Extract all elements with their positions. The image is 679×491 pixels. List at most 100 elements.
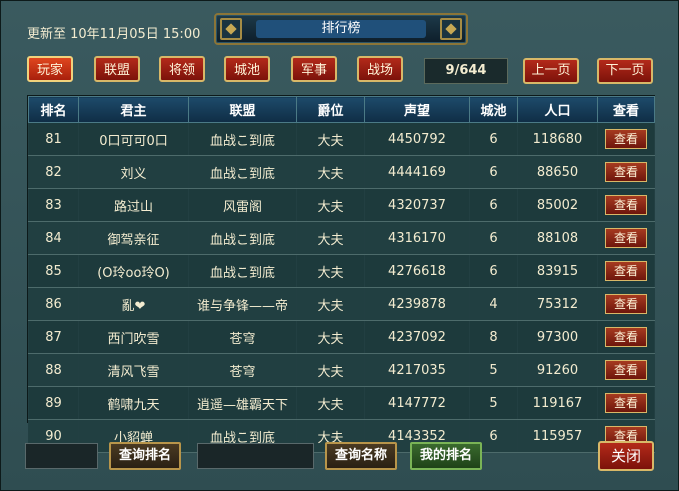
rank-cell: 82 [28, 155, 79, 189]
alliance-cell: 苍穹 [188, 353, 297, 387]
rank-cell: 86 [28, 287, 79, 321]
column-header-cities: 城池 [469, 96, 518, 123]
alliance-cell: 风雷阁 [188, 188, 297, 222]
window-title: 排行榜 [256, 20, 426, 38]
population-cell: 119167 [517, 386, 598, 420]
cities-cell: 8 [469, 320, 518, 354]
table-header-row: 排名 君主 联盟 爵位 声望 城池 人口 查看 [28, 96, 655, 123]
population-cell: 91260 [517, 353, 598, 387]
title-cell: 大夫 [296, 353, 365, 387]
cities-cell: 4 [469, 287, 518, 321]
lord-cell: 0口可可0口 [78, 122, 189, 156]
table-row: 83 路过山 风雷阁 大夫 4320737 6 85002 查看 [28, 188, 655, 222]
view-cell: 查看 [597, 155, 655, 189]
rank-cell: 89 [28, 386, 79, 420]
cities-cell: 5 [469, 353, 518, 387]
view-button[interactable]: 查看 [605, 294, 647, 314]
cities-cell: 6 [469, 122, 518, 156]
prestige-cell: 4147772 [364, 386, 470, 420]
cities-cell: 6 [469, 155, 518, 189]
prev-page-button[interactable]: 上一页 [523, 58, 579, 84]
rank-search-input[interactable] [25, 443, 98, 469]
query-rank-button[interactable]: 查询排名 [109, 442, 181, 470]
column-header-title: 爵位 [296, 96, 365, 123]
tab-player[interactable]: 玩家 [27, 56, 73, 82]
column-header-lord: 君主 [78, 96, 189, 123]
query-name-button[interactable]: 查询名称 [325, 442, 397, 470]
view-button[interactable]: 查看 [605, 393, 647, 413]
population-cell: 88108 [517, 221, 598, 255]
population-cell: 115957 [517, 419, 598, 453]
table-row: 81 0口可可0口 血战こ到底 大夫 4450792 6 118680 查看 [28, 122, 655, 156]
tab-city[interactable]: 城池 [224, 56, 270, 82]
lord-cell: 路过山 [78, 188, 189, 222]
view-button[interactable]: 查看 [605, 327, 647, 347]
view-button[interactable]: 查看 [605, 195, 647, 215]
rank-cell: 87 [28, 320, 79, 354]
title-cell: 大夫 [296, 122, 365, 156]
population-cell: 85002 [517, 188, 598, 222]
prestige-cell: 4450792 [364, 122, 470, 156]
prestige-cell: 4444169 [364, 155, 470, 189]
view-button[interactable]: 查看 [605, 261, 647, 281]
title-cell: 大夫 [296, 254, 365, 288]
rank-cell: 85 [28, 254, 79, 288]
table-row: 86 亂❤ 谁与争锋——帝 大夫 4239878 4 75312 查看 [28, 287, 655, 321]
title-ornament-left-icon [220, 18, 242, 40]
table-row: 89 鹤啸九天 逍遥—雄霸天下 大夫 4147772 5 119167 查看 [28, 386, 655, 420]
tab-battlefield[interactable]: 战场 [357, 56, 403, 82]
table-row: 84 御驾亲征 血战こ到底 大夫 4316170 6 88108 查看 [28, 221, 655, 255]
column-header-rank: 排名 [28, 96, 79, 123]
lord-cell: 鹤啸九天 [78, 386, 189, 420]
population-cell: 75312 [517, 287, 598, 321]
title-ornament-right-icon [440, 18, 462, 40]
my-rank-button[interactable]: 我的排名 [410, 442, 482, 470]
alliance-cell: 血战こ到底 [188, 155, 297, 189]
alliance-cell: 血战こ到底 [188, 254, 297, 288]
alliance-cell: 谁与争锋——帝 [188, 287, 297, 321]
view-button[interactable]: 查看 [605, 360, 647, 380]
view-button[interactable]: 查看 [605, 162, 647, 182]
title-cell: 大夫 [296, 386, 365, 420]
lord-cell: 刘义 [78, 155, 189, 189]
table-row: 87 西门吹雪 苍穹 大夫 4237092 8 97300 查看 [28, 320, 655, 354]
view-cell: 查看 [597, 353, 655, 387]
column-header-population: 人口 [517, 96, 598, 123]
rank-cell: 83 [28, 188, 79, 222]
tab-military[interactable]: 军事 [291, 56, 337, 82]
view-cell: 查看 [597, 287, 655, 321]
page-indicator: 9/644 [424, 58, 508, 84]
title-cell: 大夫 [296, 221, 365, 255]
alliance-cell: 逍遥—雄霸天下 [188, 386, 297, 420]
tab-alliance[interactable]: 联盟 [94, 56, 140, 82]
next-page-button[interactable]: 下一页 [597, 58, 653, 84]
population-cell: 97300 [517, 320, 598, 354]
view-button[interactable]: 查看 [605, 129, 647, 149]
prestige-cell: 4217035 [364, 353, 470, 387]
view-cell: 查看 [597, 320, 655, 354]
column-header-prestige: 声望 [364, 96, 470, 123]
table-row: 82 刘义 血战こ到底 大夫 4444169 6 88650 查看 [28, 155, 655, 189]
close-button[interactable]: 关闭 [598, 441, 654, 471]
view-cell: 查看 [597, 254, 655, 288]
table-row: 88 清风飞雪 苍穹 大夫 4217035 5 91260 查看 [28, 353, 655, 387]
table-row: 85 (O玲oo玲O) 血战こ到底 大夫 4276618 6 83915 查看 [28, 254, 655, 288]
population-cell: 88650 [517, 155, 598, 189]
column-header-alliance: 联盟 [188, 96, 297, 123]
view-button[interactable]: 查看 [605, 228, 647, 248]
view-cell: 查看 [597, 386, 655, 420]
cities-cell: 6 [469, 254, 518, 288]
lord-cell: 清风飞雪 [78, 353, 189, 387]
name-search-input[interactable] [197, 443, 314, 469]
lord-cell: (O玲oo玲O) [78, 254, 189, 288]
tab-general[interactable]: 将领 [159, 56, 205, 82]
alliance-cell: 苍穹 [188, 320, 297, 354]
lord-cell: 亂❤ [78, 287, 189, 321]
update-time: 更新至 10年11月05日 15:00 [27, 27, 201, 42]
lord-cell: 御驾亲征 [78, 221, 189, 255]
prestige-cell: 4316170 [364, 221, 470, 255]
cities-cell: 5 [469, 386, 518, 420]
rank-cell: 88 [28, 353, 79, 387]
cities-cell: 6 [469, 221, 518, 255]
title-cell: 大夫 [296, 155, 365, 189]
